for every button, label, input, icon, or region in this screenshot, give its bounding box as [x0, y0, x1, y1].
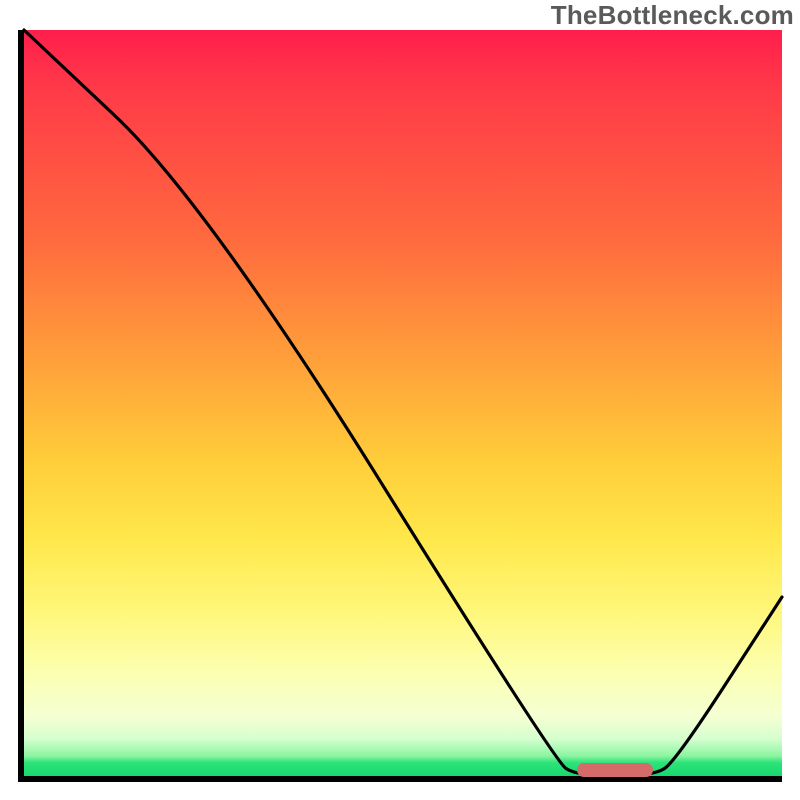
bottleneck-curve	[24, 30, 782, 776]
watermark-text: TheBottleneck.com	[551, 0, 794, 31]
optimal-range-marker	[577, 763, 653, 777]
chart-canvas: TheBottleneck.com	[0, 0, 800, 800]
plot-frame	[18, 30, 782, 782]
curve-path	[24, 30, 782, 776]
